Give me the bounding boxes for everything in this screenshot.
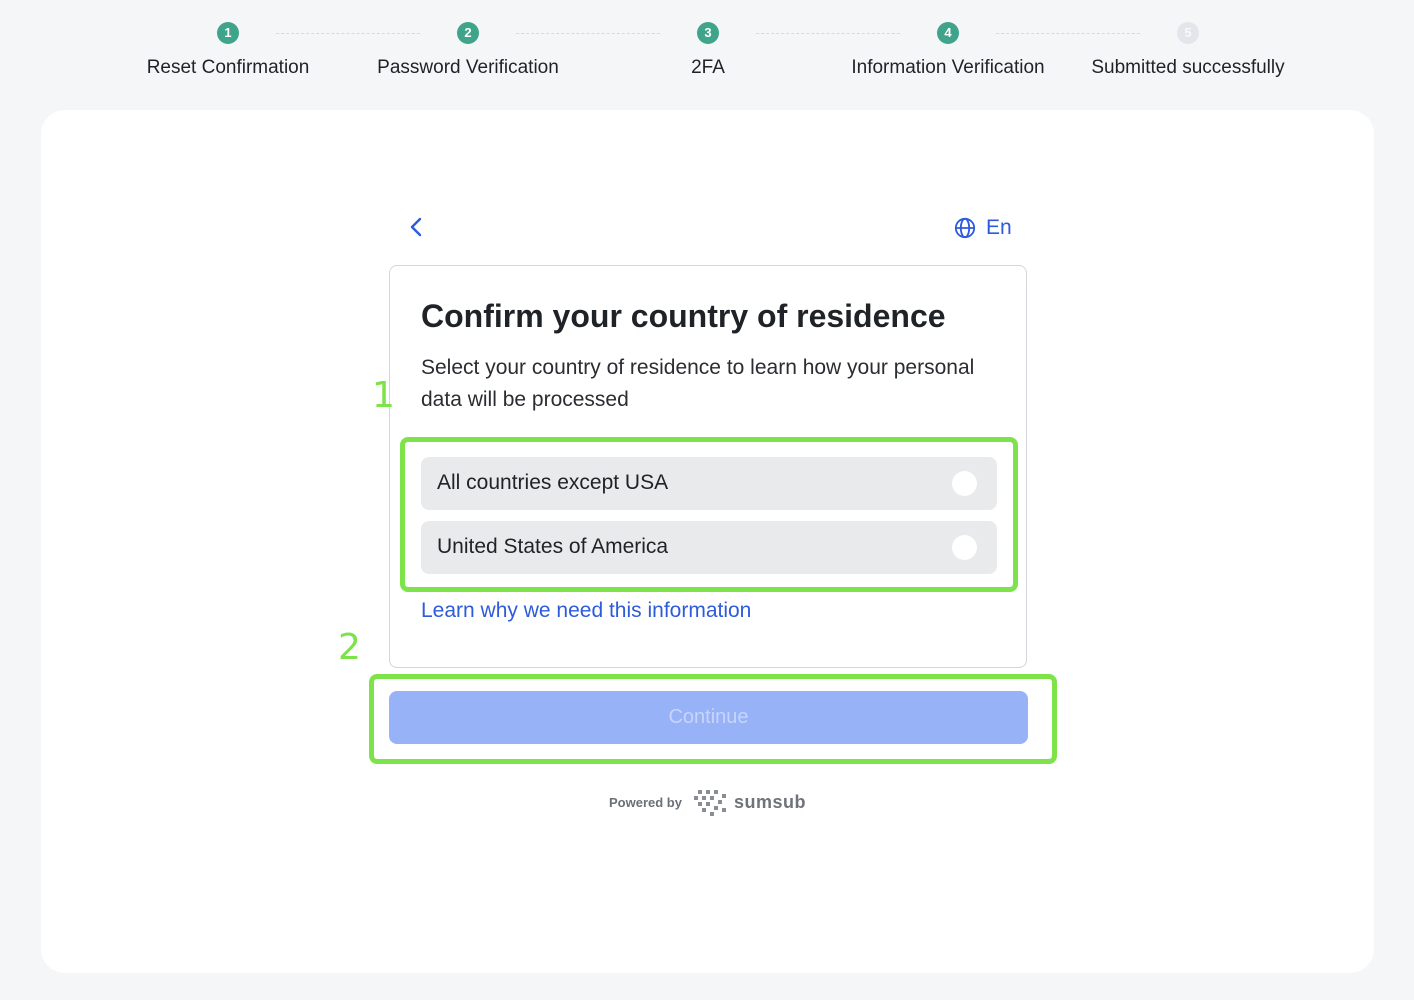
- step-number-badge: 2: [457, 22, 479, 44]
- step-information-verification: 4 Information Verification: [828, 22, 1068, 79]
- step-submitted-successfully: 5 Submitted successfully: [1068, 22, 1308, 79]
- step-number-badge: 4: [937, 22, 959, 44]
- step-number-badge: 3: [697, 22, 719, 44]
- step-password-verification: 2 Password Verification: [348, 22, 588, 79]
- step-label: Submitted successfully: [1091, 57, 1285, 78]
- learn-why-link[interactable]: Learn why we need this information: [421, 599, 751, 623]
- step-number-badge: 1: [217, 22, 239, 44]
- progress-stepper: 1 Reset Confirmation 2 Password Verifica…: [108, 22, 1308, 86]
- panel-title: Confirm your country of residence: [421, 298, 946, 334]
- annotation-number-1: 1: [372, 375, 395, 416]
- step-2fa: 3 2FA: [588, 22, 828, 79]
- step-label: Reset Confirmation: [146, 57, 310, 78]
- step-label: Information Verification: [851, 57, 1045, 78]
- step-label: 2FA: [691, 57, 725, 78]
- sumsub-brand: sumsub: [733, 791, 806, 812]
- powered-by: Powered by sumsub: [609, 787, 806, 817]
- step-number-badge: 5: [1177, 22, 1199, 44]
- chevron-left-icon: [410, 217, 422, 237]
- highlight-continue-box: [369, 674, 1057, 764]
- highlight-options-box: [400, 437, 1018, 592]
- sumsub-logo-icon: [693, 790, 726, 816]
- step-label: Password Verification: [377, 57, 559, 78]
- back-button[interactable]: [405, 214, 429, 240]
- panel-subtitle: Select your country of residence to lear…: [421, 356, 975, 411]
- step-reset-confirmation: 1 Reset Confirmation: [108, 22, 348, 79]
- language-label: En: [986, 216, 1012, 239]
- annotation-number-2: 2: [338, 627, 361, 668]
- language-switcher[interactable]: En: [954, 214, 1012, 242]
- powered-by-label: Powered by: [609, 794, 682, 810]
- globe-icon: [954, 217, 976, 239]
